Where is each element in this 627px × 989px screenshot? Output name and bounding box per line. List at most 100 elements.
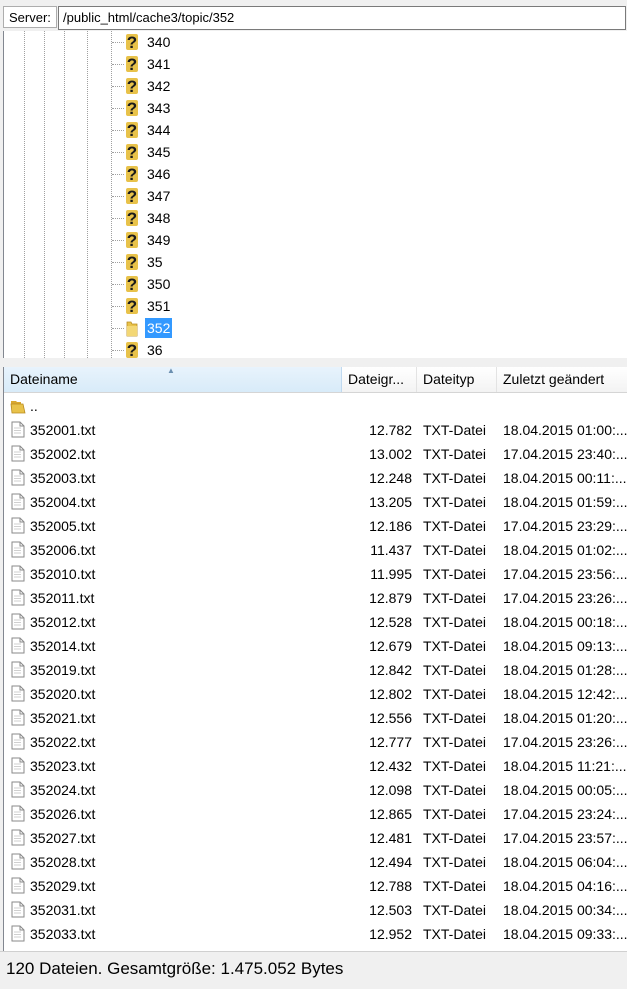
server-path-input[interactable]: /public_html/cache3/topic/352 xyxy=(58,6,626,30)
tree-node-36[interactable]: ? 36 xyxy=(4,339,304,358)
file-type: TXT-Datei xyxy=(423,830,487,846)
pane-splitter[interactable] xyxy=(0,358,627,367)
file-row[interactable]: 352014.txt 12.679 TXT-Datei 18.04.2015 09:1… xyxy=(4,634,627,658)
tree-node-348[interactable]: ? 348 xyxy=(4,207,304,229)
remote-directory-tree[interactable]: ? 340? 341? 342? 343? 344? 345? 346? 347? 348? 349… xyxy=(3,31,627,358)
column-header-modified[interactable]: Zuletzt geändert xyxy=(497,367,627,392)
tree-node-341[interactable]: ? 341 xyxy=(4,53,304,75)
text-file-icon xyxy=(11,589,25,606)
file-row[interactable]: 352031.txt 12.503 TXT-Datei 18.04.2015 00:3… xyxy=(4,898,627,922)
remote-file-list[interactable]: Dateiname ▲ Dateigr... Dateityp Zuletzt … xyxy=(3,367,627,951)
tree-node-349[interactable]: ? 349 xyxy=(4,229,304,251)
file-size: 12.186 xyxy=(369,518,412,534)
file-modified: 17.04.2015 23:57:... xyxy=(503,830,627,846)
text-file-icon xyxy=(11,853,25,870)
text-file-icon xyxy=(11,517,25,534)
file-row[interactable]: 352021.txt 12.556 TXT-Datei 18.04.2015 01:2… xyxy=(4,706,627,730)
file-size: 12.777 xyxy=(369,734,412,750)
file-size: 12.481 xyxy=(369,830,412,846)
file-row[interactable]: 352019.txt 12.842 TXT-Datei 18.04.2015 01:2… xyxy=(4,658,627,682)
unknown-folder-icon: ? xyxy=(123,208,141,228)
file-name: 352024.txt xyxy=(30,782,96,798)
text-file-icon xyxy=(11,637,25,654)
tree-node-344[interactable]: ? 344 xyxy=(4,119,304,141)
file-modified: 17.04.2015 23:26:... xyxy=(503,590,627,606)
file-row[interactable]: 352028.txt 12.494 TXT-Datei 18.04.2015 06:0… xyxy=(4,850,627,874)
unknown-folder-icon: ? xyxy=(123,274,141,294)
column-header-size[interactable]: Dateigr... xyxy=(342,367,417,392)
file-modified: 17.04.2015 23:29:... xyxy=(503,518,627,534)
tree-node-35[interactable]: ? 35 xyxy=(4,251,304,273)
tree-node-346[interactable]: ? 346 xyxy=(4,163,304,185)
file-row[interactable]: 352003.txt 12.248 TXT-Datei 18.04.2015 00:1… xyxy=(4,466,627,490)
file-row[interactable]: 352005.txt 12.186 TXT-Datei 17.04.2015 23:2… xyxy=(4,514,627,538)
text-file-icon xyxy=(11,781,25,798)
file-size: 12.788 xyxy=(369,878,412,894)
file-row[interactable]: 352023.txt 12.432 TXT-Datei 18.04.2015 11:2… xyxy=(4,754,627,778)
file-row[interactable]: 352029.txt 12.788 TXT-Datei 18.04.2015 04:1… xyxy=(4,874,627,898)
file-size: 12.528 xyxy=(369,614,412,630)
column-header-filename[interactable]: Dateiname ▲ xyxy=(4,367,342,392)
file-row[interactable]: 352020.txt 12.802 TXT-Datei 18.04.2015 12:4… xyxy=(4,682,627,706)
file-row[interactable]: 352002.txt 13.002 TXT-Datei 17.04.2015 23:4… xyxy=(4,442,627,466)
tree-node-352[interactable]: 352 xyxy=(4,317,304,339)
file-name: 352019.txt xyxy=(30,662,96,678)
file-modified: 18.04.2015 06:04:... xyxy=(503,854,627,870)
file-modified: 18.04.2015 01:00:... xyxy=(503,422,627,438)
tree-node-350[interactable]: ? 350 xyxy=(4,273,304,295)
tree-node-345[interactable]: ? 345 xyxy=(4,141,304,163)
tree-node-347[interactable]: ? 347 xyxy=(4,185,304,207)
file-size: 12.503 xyxy=(369,902,412,918)
file-size: 12.556 xyxy=(369,710,412,726)
parent-directory-row[interactable]: .. xyxy=(4,394,627,418)
file-row[interactable]: 352027.txt 12.481 TXT-Datei 17.04.2015 23:5… xyxy=(4,826,627,850)
file-type: TXT-Datei xyxy=(423,542,487,558)
text-file-icon xyxy=(11,877,25,894)
file-size: 13.002 xyxy=(369,446,412,462)
file-row[interactable]: 352001.txt 12.782 TXT-Datei 18.04.2015 01:0… xyxy=(4,418,627,442)
text-file-icon xyxy=(11,901,25,918)
file-row[interactable]: 352004.txt 13.205 TXT-Datei 18.04.2015 01:5… xyxy=(4,490,627,514)
file-modified: 18.04.2015 01:20:... xyxy=(503,710,627,726)
svg-text:?: ? xyxy=(127,231,137,250)
file-row[interactable]: 352033.txt 12.952 TXT-Datei 18.04.2015 09:3… xyxy=(4,922,627,946)
file-name: 352002.txt xyxy=(30,446,96,462)
file-row[interactable]: 352026.txt 12.865 TXT-Datei 17.04.2015 23:2… xyxy=(4,802,627,826)
folder-icon xyxy=(10,401,26,414)
text-file-icon xyxy=(11,493,25,510)
file-row[interactable]: 352022.txt 12.777 TXT-Datei 17.04.2015 23:2… xyxy=(4,730,627,754)
svg-text:?: ? xyxy=(127,33,137,52)
file-name: 352012.txt xyxy=(30,614,96,630)
file-modified: 18.04.2015 00:18:... xyxy=(503,614,627,630)
file-row[interactable]: 352006.txt 11.437 TXT-Datei 18.04.2015 01:0… xyxy=(4,538,627,562)
file-type: TXT-Datei xyxy=(423,494,487,510)
file-size: 13.205 xyxy=(369,494,412,510)
file-modified: 18.04.2015 00:11:... xyxy=(503,470,627,486)
tree-node-351[interactable]: ? 351 xyxy=(4,295,304,317)
text-file-icon xyxy=(11,445,25,462)
open-folder-icon xyxy=(123,318,141,338)
tree-node-343[interactable]: ? 343 xyxy=(4,97,304,119)
file-row[interactable]: 352024.txt 12.098 TXT-Datei 18.04.2015 00:0… xyxy=(4,778,627,802)
unknown-folder-icon: ? xyxy=(123,230,141,250)
file-name: 352004.txt xyxy=(30,494,96,510)
file-row[interactable]: 352011.txt 12.879 TXT-Datei 17.04.2015 23:2… xyxy=(4,586,627,610)
text-file-icon xyxy=(11,757,25,774)
file-type: TXT-Datei xyxy=(423,734,487,750)
tree-node-340[interactable]: ? 340 xyxy=(4,31,304,53)
column-filename-label: Dateiname xyxy=(10,371,78,387)
column-header-type[interactable]: Dateityp xyxy=(417,367,497,392)
file-row[interactable]: 352010.txt 11.995 TXT-Datei 17.04.2015 23:5… xyxy=(4,562,627,586)
file-type: TXT-Datei xyxy=(423,710,487,726)
file-type: TXT-Datei xyxy=(423,446,487,462)
file-row[interactable]: 352012.txt 12.528 TXT-Datei 18.04.2015 00:1… xyxy=(4,610,627,634)
file-modified: 18.04.2015 00:34:... xyxy=(503,902,627,918)
file-name: 352026.txt xyxy=(30,806,96,822)
file-size: 12.432 xyxy=(369,758,412,774)
tree-node-label: 344 xyxy=(147,122,171,138)
file-name: 352010.txt xyxy=(30,566,96,582)
file-size: 12.802 xyxy=(369,686,412,702)
file-type: TXT-Datei xyxy=(423,686,487,702)
file-type: TXT-Datei xyxy=(423,470,487,486)
tree-node-342[interactable]: ? 342 xyxy=(4,75,304,97)
